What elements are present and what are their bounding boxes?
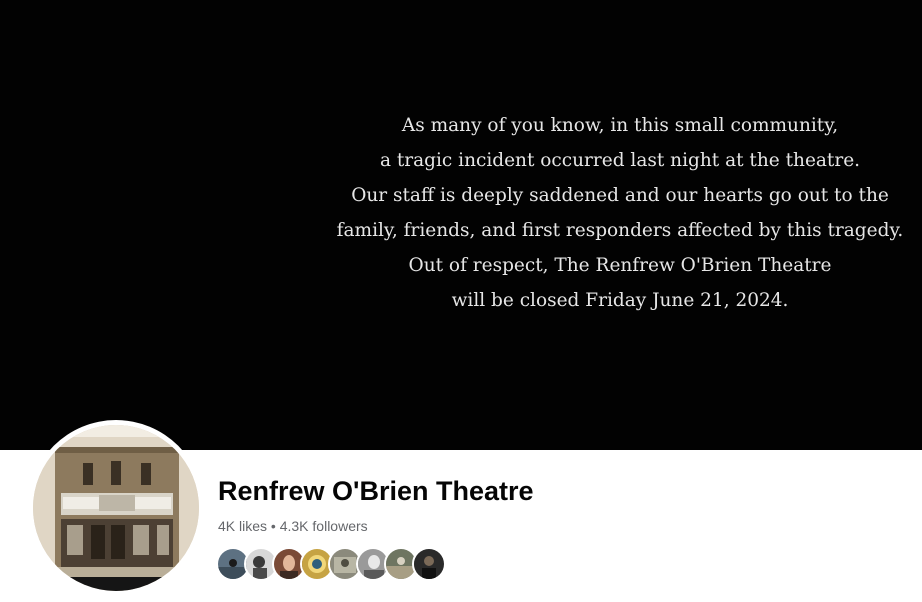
page-title: Renfrew O'Brien Theatre [218,476,534,506]
theatre-building-photo [33,425,199,591]
cover-message-line: Our staff is deeply saddened and our hea… [351,185,889,206]
cover-message-line: family, friends, and first responders af… [336,220,904,241]
page-stats: 4K likes • 4.3K followers [218,518,368,534]
likes-count-link[interactable]: 4K likes [218,518,267,534]
follower-avatar[interactable] [412,547,446,581]
cover-message-line: a tragic incident occurred last night at… [379,150,861,171]
cover-message-line: Out of respect, The Renfrew O'Brien Thea… [408,255,832,276]
follower-avatars [216,547,456,581]
followers-count-link[interactable]: 4.3K followers [280,518,368,534]
profile-picture[interactable] [33,425,199,591]
cover-message-line: As many of you know, in this small commu… [401,115,839,136]
cover-message: As many of you know, in this small commu… [300,108,922,318]
cover-message-line: will be closed Friday June 21, 2024. [451,290,789,311]
stats-separator: • [270,518,276,534]
cover-photo[interactable]: As many of you know, in this small commu… [0,0,922,450]
